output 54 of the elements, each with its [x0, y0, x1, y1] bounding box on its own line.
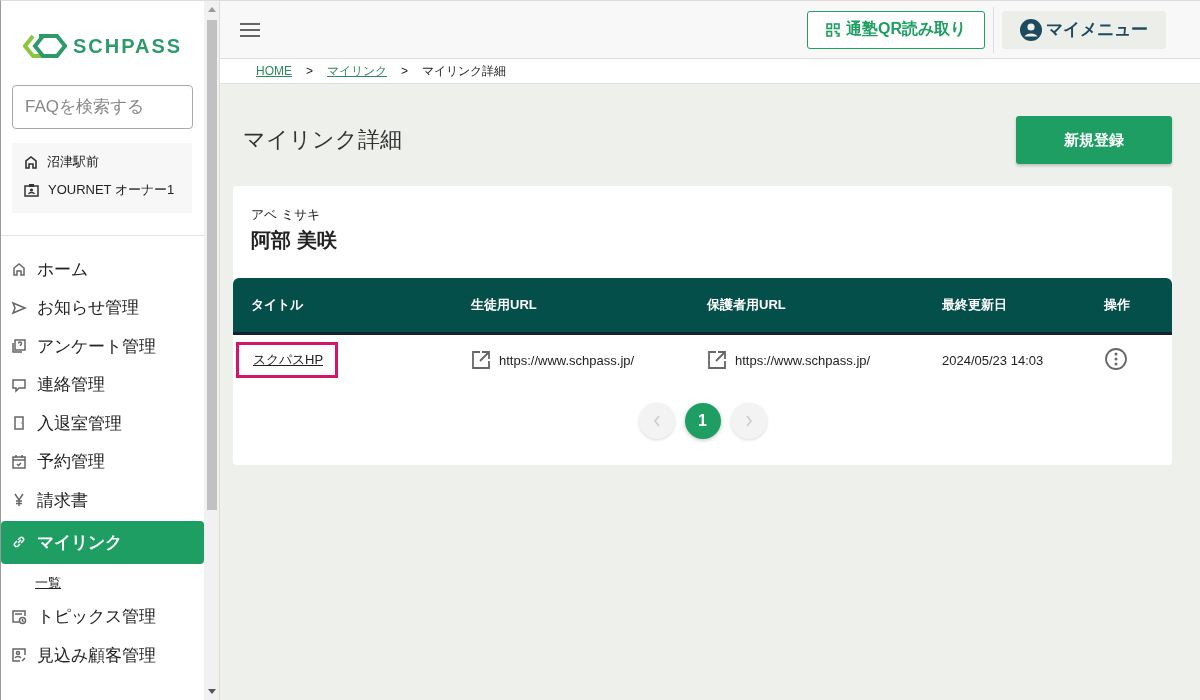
title-link[interactable]: スクパスHP [236, 342, 339, 378]
house-icon [11, 261, 27, 278]
question-card-icon [11, 338, 27, 355]
breadcrumb-current: マイリンク詳細 [422, 62, 507, 80]
chevron-left-icon [652, 415, 661, 427]
column-header: 最終更新日 [942, 296, 1008, 314]
chat-icon [11, 376, 27, 393]
nav-subitem[interactable]: 一覧 [1, 565, 61, 598]
column-header: 生徒用URL [471, 296, 538, 314]
breadcrumb-link[interactable]: HOME [256, 64, 292, 78]
user-avatar-icon [1020, 18, 1042, 41]
id-card-icon [24, 183, 39, 197]
calendar-icon [11, 453, 27, 470]
clock-card-icon [11, 608, 27, 625]
person-edit-icon [11, 647, 27, 664]
column-header: タイトル [250, 296, 304, 314]
student-name: 阿部 美咲 [250, 228, 338, 253]
student-kana: アベ ミサキ [250, 206, 321, 224]
nav-item[interactable]: ホーム [1, 250, 204, 289]
menu-button[interactable] [238, 20, 262, 39]
page-title: マイリンク詳細 [243, 126, 402, 154]
chevron-right-icon [744, 415, 753, 427]
user-name: YOURNET オーナー1 [48, 181, 175, 199]
nav-item[interactable]: 見込み顧客管理 [1, 636, 204, 675]
yen-icon [11, 492, 27, 509]
parent-url-link[interactable]: https://www.schpass.jp/ [735, 352, 871, 368]
nav-item[interactable]: 入退室管理 [1, 404, 204, 443]
external-link-icon [707, 350, 727, 370]
breadcrumb-separator: > [401, 64, 409, 78]
link-icon [11, 534, 27, 550]
school-name: 沼津駅前 [47, 153, 99, 171]
menu-icon [240, 22, 260, 37]
door-icon [11, 415, 27, 432]
send-icon [11, 299, 27, 316]
column-header: 操作 [1104, 296, 1131, 314]
breadcrumb-link[interactable]: マイリンク [327, 62, 387, 80]
nav-item[interactable]: 請求書 [1, 481, 204, 520]
nav-item[interactable]: トピックス管理 [1, 597, 204, 636]
external-link-icon [471, 350, 491, 370]
nav-item[interactable]: アンケート管理 [1, 327, 204, 366]
nav-item[interactable]: 連絡管理 [1, 365, 204, 404]
logo-icon [23, 33, 67, 59]
updated-date: 2024/05/23 14:03 [942, 352, 1044, 368]
search-field[interactable]: FAQを検索する [12, 85, 193, 129]
nav-item[interactable]: お知らせ管理 [1, 288, 204, 327]
more-options-icon[interactable] [1104, 346, 1128, 371]
student-url-link[interactable]: https://www.schpass.jp/ [499, 352, 635, 368]
qr-code-icon [826, 22, 840, 37]
breadcrumb-separator: > [306, 64, 313, 78]
column-header: 保護者用URL [707, 296, 787, 314]
my-menu-button[interactable]: マイメニュー [1002, 10, 1166, 49]
house-icon [24, 155, 38, 169]
logo-text: SCHPASS [73, 34, 183, 58]
nav-item[interactable]: 予約管理 [1, 442, 204, 481]
